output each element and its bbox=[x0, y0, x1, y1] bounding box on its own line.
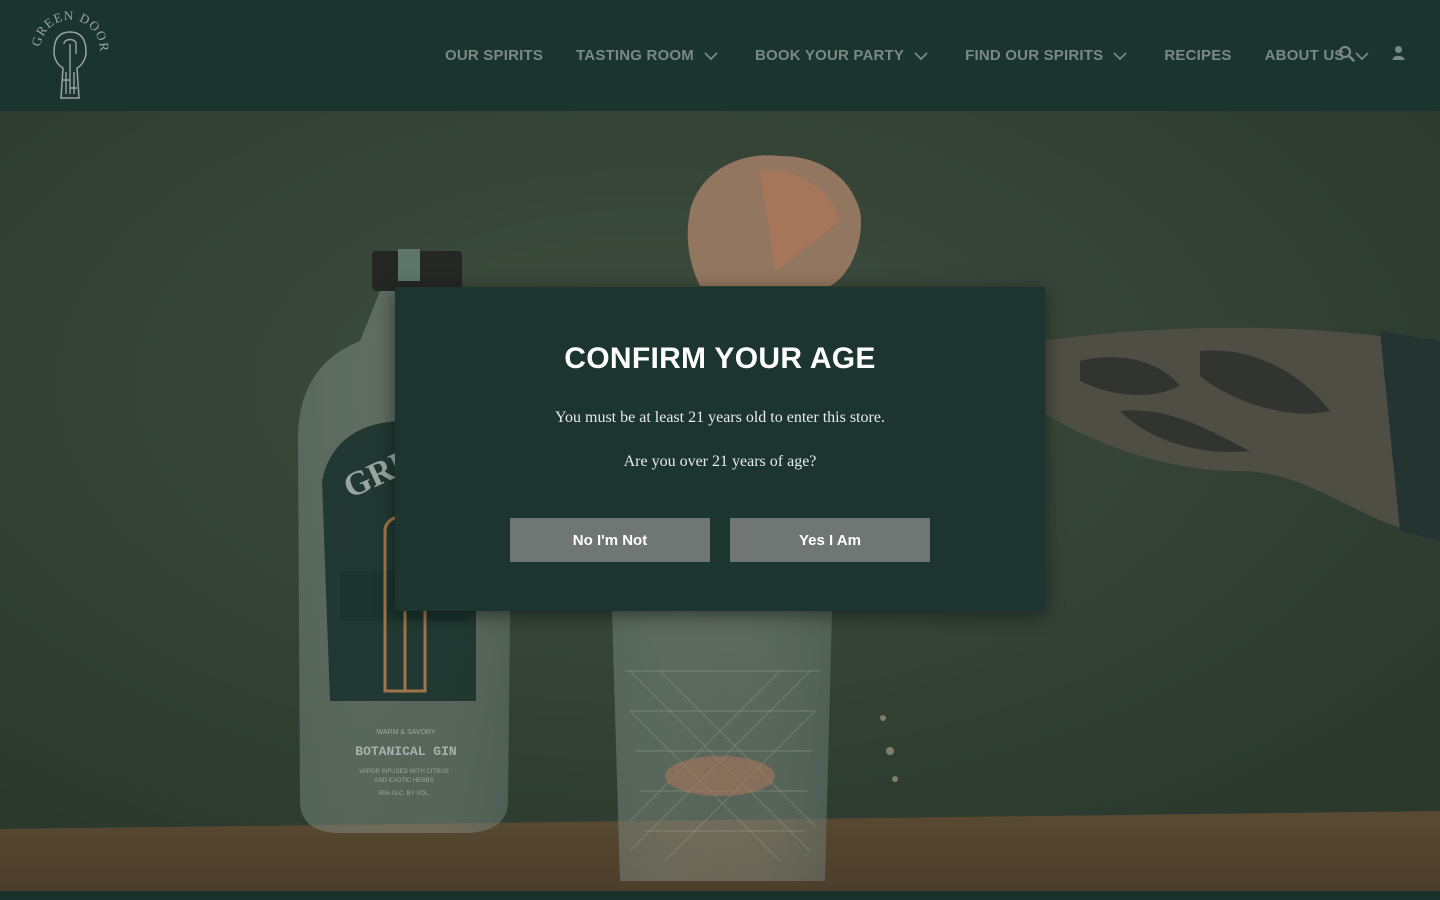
bottle-label-line2: BOTANICAL GIN bbox=[355, 744, 456, 759]
decline-age-button[interactable]: No I'm Not bbox=[510, 518, 710, 562]
nav-find-our-spirits[interactable]: FIND OUR SPIRITS bbox=[965, 47, 1128, 64]
search-icon[interactable] bbox=[1338, 45, 1355, 67]
nav-label: TASTING ROOM bbox=[576, 47, 694, 64]
confirm-age-button[interactable]: Yes I Am bbox=[730, 518, 930, 562]
chevron-down-icon bbox=[1354, 51, 1369, 60]
chevron-down-icon bbox=[1113, 51, 1127, 60]
main-navigation: OUR SPIRITS TASTING ROOM BOOK YOUR PARTY… bbox=[445, 0, 1370, 111]
nav-label: OUR SPIRITS bbox=[445, 47, 544, 64]
nav-book-your-party[interactable]: BOOK YOUR PARTY bbox=[755, 47, 929, 64]
nav-label: ABOUT US bbox=[1264, 47, 1345, 64]
crystal-mixing-glass-shape bbox=[612, 611, 832, 881]
user-icon[interactable] bbox=[1392, 45, 1405, 66]
nav-tasting-room[interactable]: TASTING ROOM bbox=[576, 47, 719, 64]
site-header: GREEN DOOR OUR SPIRITS TASTING ROOM BOOK… bbox=[0, 0, 1440, 111]
nav-recipes[interactable]: RECIPES bbox=[1164, 47, 1231, 64]
bottle-label-line5: 45% ALC. BY VOL. bbox=[378, 791, 430, 797]
green-door-logo[interactable]: GREEN DOOR bbox=[28, 8, 111, 102]
nav-label: BOOK YOUR PARTY bbox=[755, 47, 905, 64]
nav-label: RECIPES bbox=[1164, 47, 1232, 64]
bottle-label-line3: VAPOR INFUSED WITH CITRUS bbox=[359, 769, 449, 775]
age-verification-modal: CONFIRM YOUR AGE You must be at least 21… bbox=[395, 287, 1045, 611]
nav-label: FIND OUR SPIRITS bbox=[965, 47, 1104, 64]
footer-edge bbox=[0, 891, 1440, 900]
bottle-label-line1: WARM & SAVORY bbox=[377, 729, 436, 736]
modal-title: CONFIRM YOUR AGE bbox=[564, 342, 876, 375]
age-requirement-message: You must be at least 21 years old to ent… bbox=[555, 409, 885, 426]
age-question: Are you over 21 years of age? bbox=[623, 453, 817, 470]
bottle-label-line4: AND EXOTIC HERBS bbox=[374, 778, 433, 784]
chevron-down-icon bbox=[914, 51, 928, 60]
chevron-down-icon bbox=[704, 51, 718, 60]
nav-our-spirits[interactable]: OUR SPIRITS bbox=[445, 47, 543, 64]
logo-mark-icon: GREEN DOOR bbox=[28, 8, 111, 99]
